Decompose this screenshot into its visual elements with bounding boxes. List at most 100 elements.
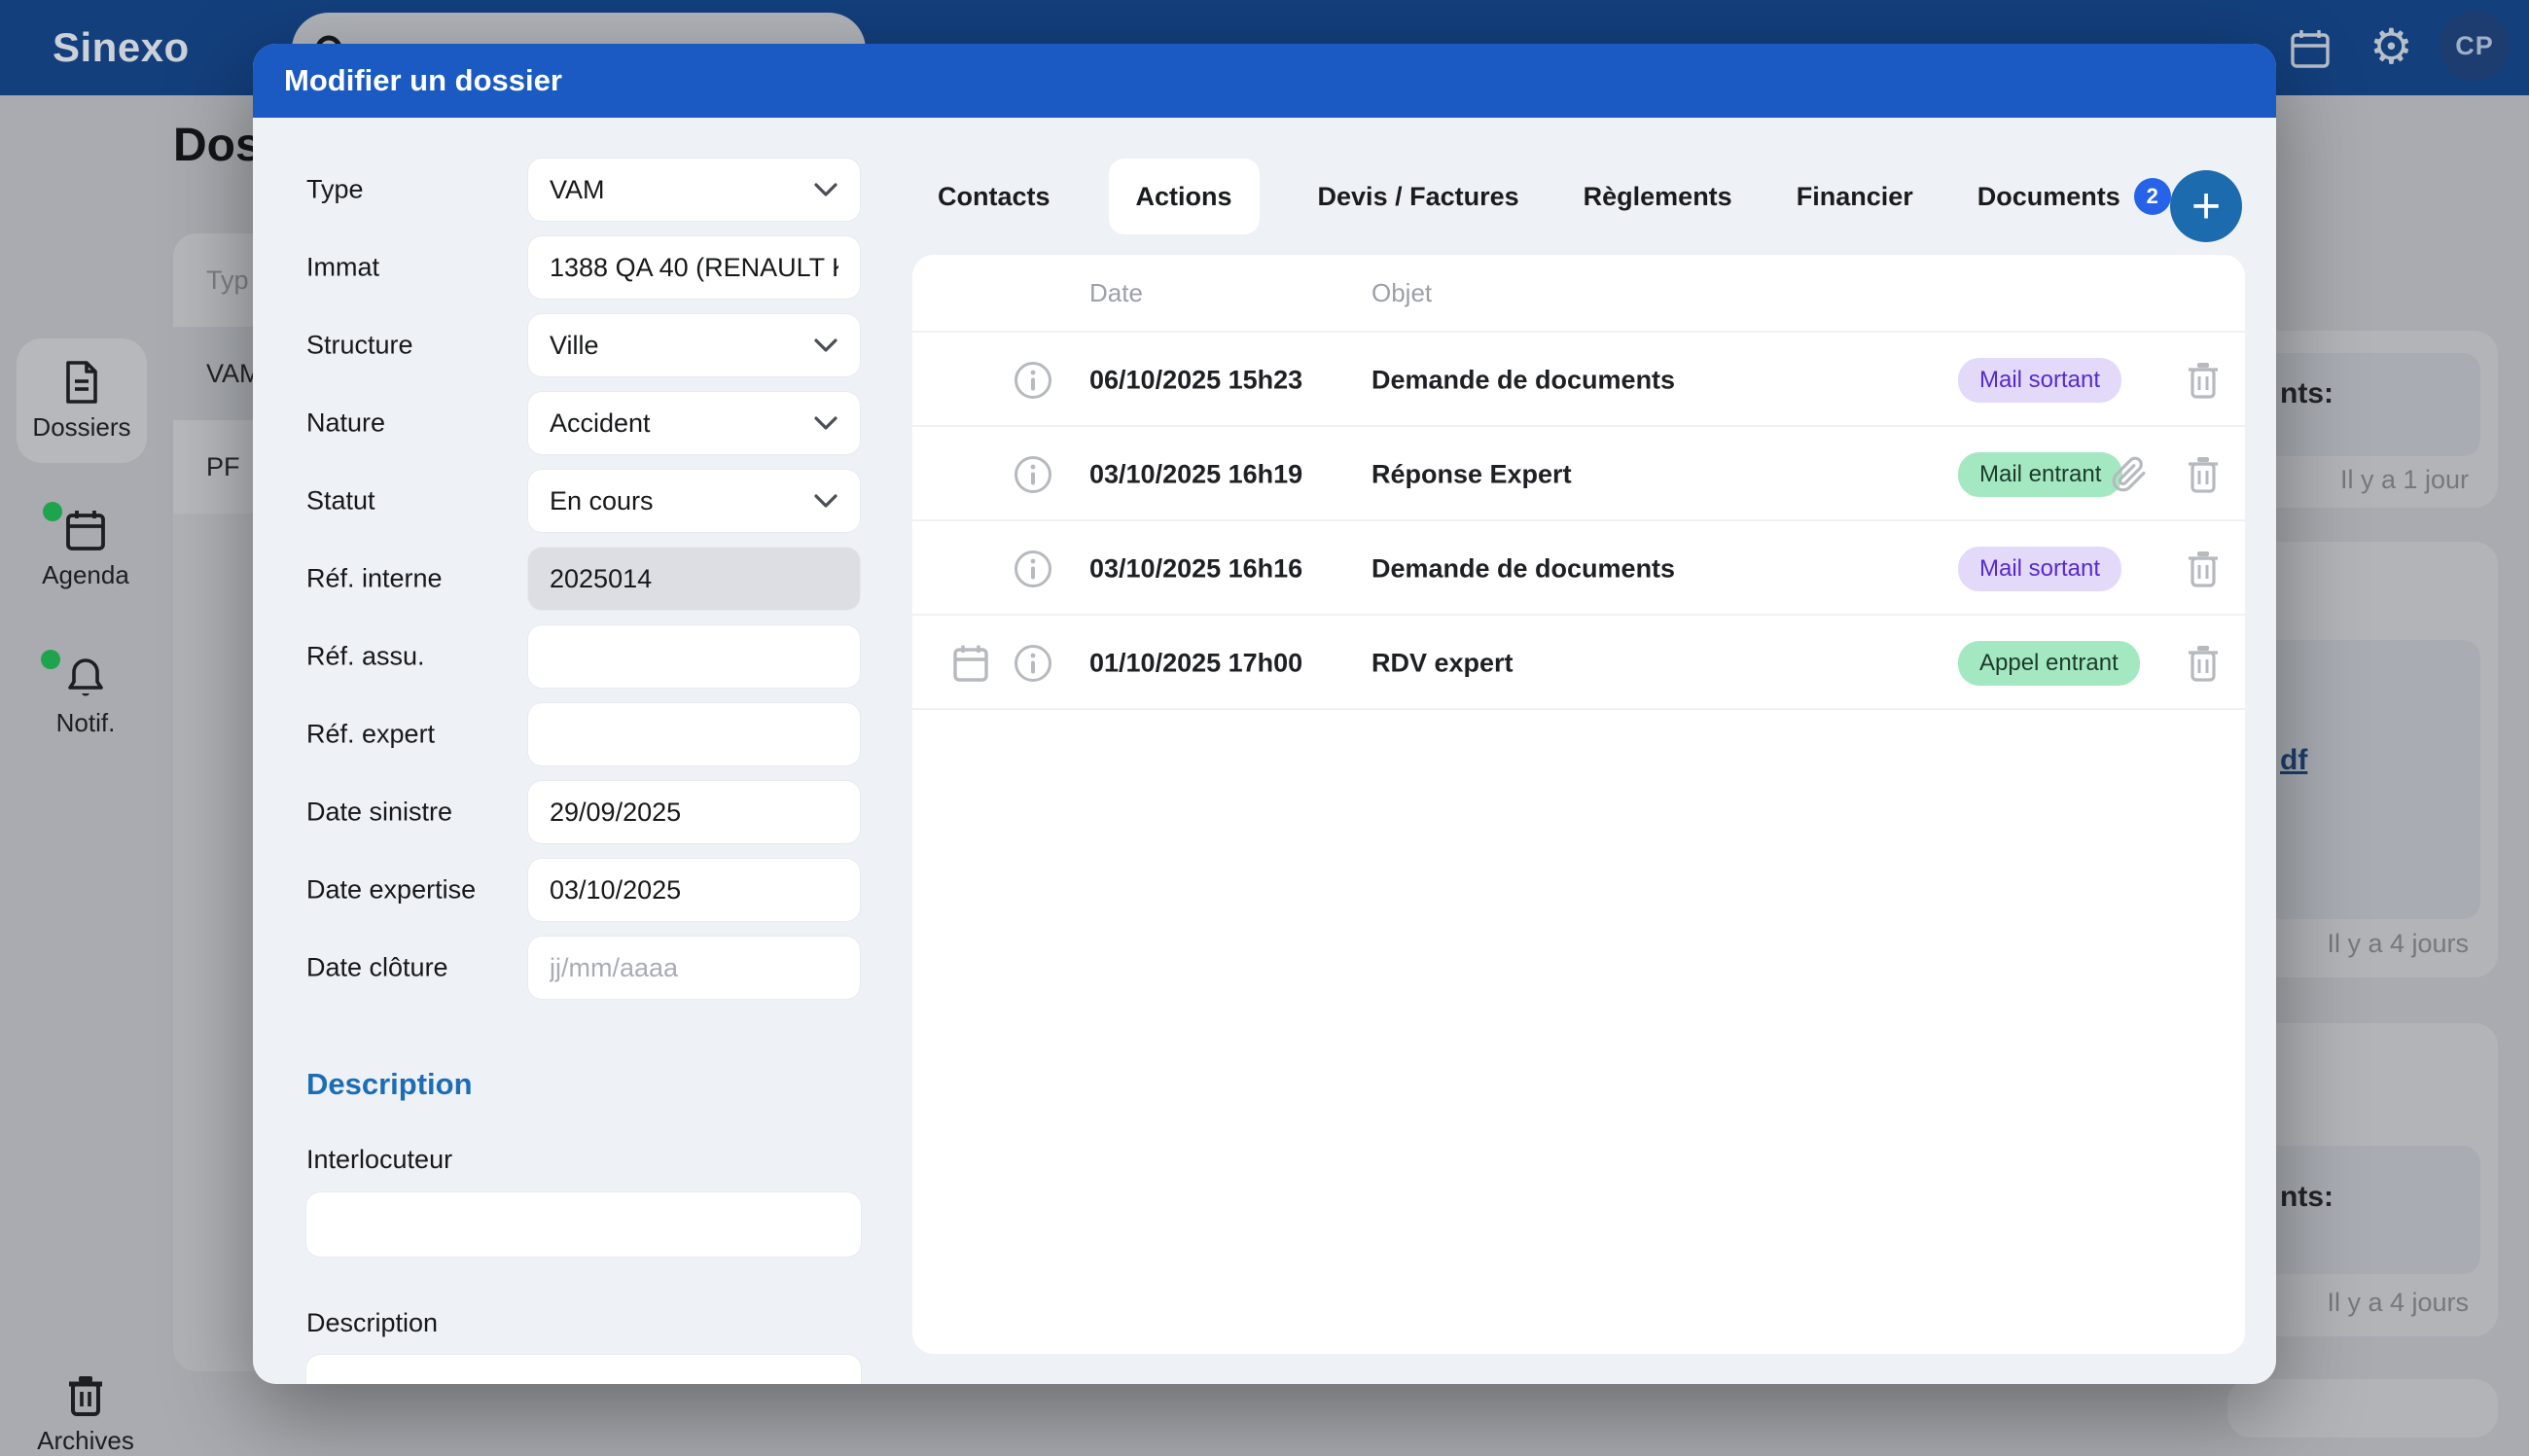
input-r-f-interne: 2025014 xyxy=(528,548,860,610)
field-label: Structure xyxy=(306,330,413,360)
info-icon[interactable] xyxy=(1014,361,1052,400)
action-row[interactable]: 03/10/2025 16h16 Demande de documents Mail… xyxy=(912,519,2245,616)
action-row[interactable]: 06/10/2025 15h23 Demande de documents Mail… xyxy=(912,331,2245,427)
action-date: 03/10/2025 16h16 xyxy=(1089,553,1303,583)
interlocuteur-label: Interlocuteur xyxy=(306,1145,453,1174)
info-icon[interactable] xyxy=(1014,644,1052,683)
field-value: 2025014 xyxy=(550,563,653,593)
field-value: En cours xyxy=(550,485,654,515)
column-header-date: Date xyxy=(1089,277,1143,307)
activity-snippet: nts: xyxy=(2280,1181,2333,1213)
input-r-f-assu-[interactable] xyxy=(528,625,860,688)
sidebar-item-dossiers[interactable]: Dossiers xyxy=(17,338,147,463)
tab-label: Documents xyxy=(1977,181,2120,211)
action-date: 03/10/2025 16h19 xyxy=(1089,459,1303,488)
description-label: Description xyxy=(306,1308,439,1337)
field-label: Immat xyxy=(306,252,380,282)
form-field-row: Date clôture jj/mm/aaaa xyxy=(253,937,914,999)
select-statut[interactable]: En cours xyxy=(528,470,860,532)
tab-actions[interactable]: Actions xyxy=(1108,159,1260,234)
form-field-row: Date sinistre 29/09/2025 xyxy=(253,781,914,843)
chevron-down-icon xyxy=(814,494,837,508)
input-date-cl-ture[interactable]: jj/mm/aaaa xyxy=(528,937,860,999)
column-header-objet: Objet xyxy=(1371,277,1433,307)
form-field-row: Date expertise 03/10/2025 xyxy=(253,859,914,921)
chevron-down-icon xyxy=(814,416,837,430)
tab-label: Actions xyxy=(1135,181,1232,211)
tab-label: Devis / Factures xyxy=(1317,181,1519,211)
action-objet: Réponse Expert xyxy=(1371,459,1572,488)
field-label: Type xyxy=(306,174,364,204)
select-type[interactable]: VAM xyxy=(528,159,860,221)
action-row[interactable]: 03/10/2025 16h19 Réponse Expert Mail entra… xyxy=(912,425,2245,521)
tab-r-glements[interactable]: Règlements xyxy=(1578,159,1738,234)
select-structure[interactable]: Ville xyxy=(528,314,860,376)
action-type-badge: Mail sortant xyxy=(1958,546,2122,591)
action-date: 06/10/2025 15h23 xyxy=(1089,365,1303,394)
notification-dot xyxy=(43,502,62,521)
tab-contacts[interactable]: Contacts xyxy=(932,159,1056,234)
interlocuteur-input[interactable] xyxy=(306,1192,861,1257)
calendar-icon xyxy=(66,511,105,550)
page-title: Dos xyxy=(173,120,262,171)
gear-icon[interactable]: ⚙ xyxy=(2369,16,2413,78)
document-icon xyxy=(66,360,97,404)
action-objet: RDV expert xyxy=(1371,648,1514,677)
field-label: Date expertise xyxy=(306,874,477,905)
modal-tabs: Contacts Actions Devis / Factures Règlement… xyxy=(932,153,2177,240)
action-date: 01/10/2025 17h00 xyxy=(1089,648,1303,677)
sidebar-item-label: Archives xyxy=(37,1426,134,1455)
field-value: 29/09/2025 xyxy=(550,797,682,827)
chevron-down-icon xyxy=(814,183,837,196)
sidebar-item-archives[interactable]: Archives xyxy=(0,1373,171,1456)
app-logo[interactable]: Sinexo xyxy=(53,0,190,95)
field-value: jj/mm/aaaa xyxy=(550,952,679,982)
add-action-button[interactable]: + xyxy=(2170,170,2242,242)
input-immat[interactable]: 1388 QA 40 (RENAULT KA xyxy=(528,236,860,299)
activity-timestamp: Il y a 4 jours xyxy=(2327,1288,2469,1317)
info-icon[interactable] xyxy=(1014,550,1052,588)
sidebar-item-label: Notif. xyxy=(55,708,116,737)
input-date-expertise[interactable]: 03/10/2025 xyxy=(528,859,860,921)
tab-label: Financier xyxy=(1796,181,1913,211)
attachment-link[interactable]: df xyxy=(2280,744,2307,777)
sidebar-item-label: Dossiers xyxy=(32,411,131,442)
field-value: 03/10/2025 xyxy=(550,874,682,905)
tab-documents[interactable]: Documents 2 xyxy=(1972,159,2177,234)
tab-devis-factures[interactable]: Devis / Factures xyxy=(1312,159,1525,234)
avatar[interactable]: CP xyxy=(2440,11,2510,81)
calendar-icon[interactable] xyxy=(2290,27,2331,70)
tab-label: Contacts xyxy=(938,181,1051,211)
input-date-sinistre[interactable]: 29/09/2025 xyxy=(528,781,860,843)
action-objet: Demande de documents xyxy=(1371,365,1676,394)
field-value: Ville xyxy=(550,330,599,360)
action-row[interactable]: 01/10/2025 17h00 RDV expert Appel entrant xyxy=(912,614,2245,710)
field-value: Accident xyxy=(550,408,651,438)
description-textarea[interactable] xyxy=(306,1355,861,1384)
field-label: Nature xyxy=(306,408,386,438)
form-field-row: Réf. interne 2025014 xyxy=(253,548,914,610)
delete-icon[interactable] xyxy=(2185,643,2222,684)
info-icon[interactable] xyxy=(1014,455,1052,494)
form-field-row: Nature Accident xyxy=(253,392,914,454)
select-nature[interactable]: Accident xyxy=(528,392,860,454)
field-value: VAM xyxy=(550,174,605,204)
paperclip-icon[interactable] xyxy=(2111,455,2148,494)
field-label: Statut xyxy=(306,485,375,515)
form-field-row: Statut En cours xyxy=(253,470,914,532)
sidebar-item-agenda[interactable]: Agenda xyxy=(0,502,171,590)
field-value: 1388 QA 40 (RENAULT KA xyxy=(550,252,838,282)
delete-icon[interactable] xyxy=(2185,454,2222,495)
field-label: Réf. expert xyxy=(306,719,436,749)
delete-icon[interactable] xyxy=(2185,549,2222,589)
calendar-icon[interactable] xyxy=(951,643,990,684)
sidebar-item-label: Agenda xyxy=(42,560,129,589)
input-r-f-expert[interactable] xyxy=(528,703,860,765)
activity-snippet: nts: xyxy=(2280,377,2333,409)
sidebar-item-notif[interactable]: Notif. xyxy=(0,650,171,738)
tab-financier[interactable]: Financier xyxy=(1791,159,1919,234)
delete-icon[interactable] xyxy=(2185,360,2222,401)
tab-label: Règlements xyxy=(1583,181,1732,211)
activity-card xyxy=(2227,1379,2498,1438)
modal-title: Modifier un dossier xyxy=(284,63,562,97)
